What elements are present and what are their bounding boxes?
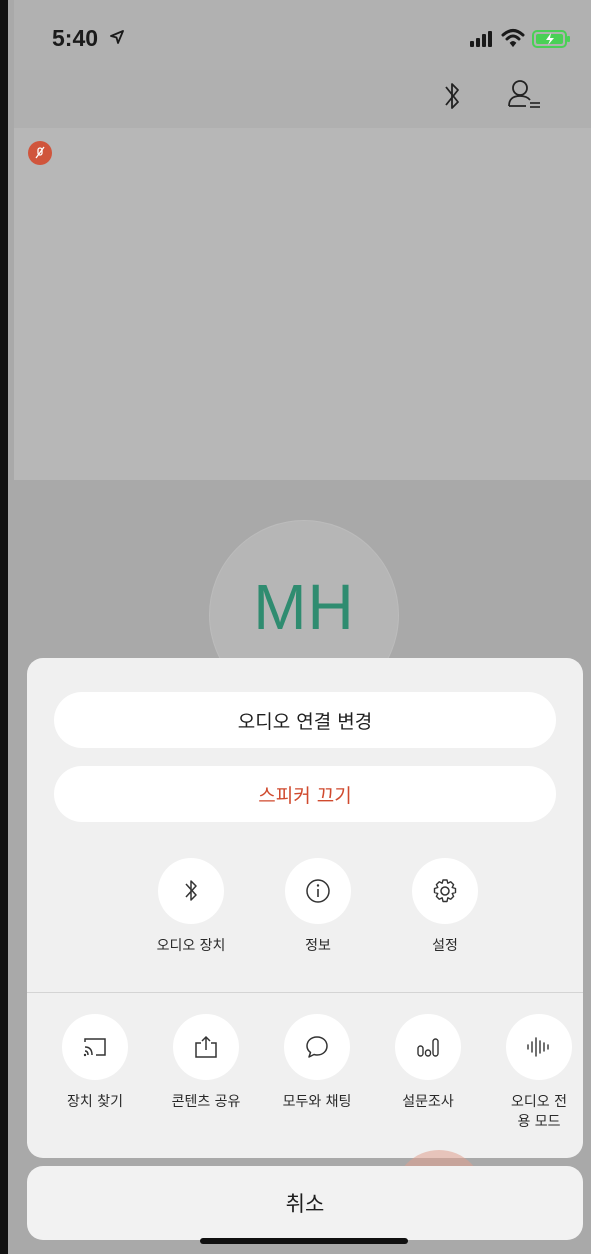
battery-charging-icon: [532, 30, 572, 52]
action-sheet: 오디오 연결 변경 스피커 끄기 오디오 장치 정보 설정 장치 찾기 콘텐츠 …: [27, 658, 583, 1158]
audio-device-label: 오디오 장치: [156, 938, 226, 954]
gear-icon[interactable]: [412, 858, 478, 924]
poll-action[interactable]: 설문조사: [373, 1014, 483, 1112]
cast-icon[interactable]: [62, 1014, 128, 1080]
mic-muted-icon: [28, 141, 52, 165]
cellular-signal-icon: [470, 31, 494, 51]
share-content-label: 콘텐츠 공유: [171, 1094, 241, 1110]
info-label: 정보: [305, 938, 331, 954]
chat-icon[interactable]: [284, 1014, 350, 1080]
video-area: [14, 128, 591, 480]
header-bar: [14, 70, 591, 128]
poll-icon[interactable]: [395, 1014, 461, 1080]
chat-everyone-action[interactable]: 모두와 채팅: [262, 1014, 372, 1112]
status-time: 5:40: [52, 25, 99, 51]
audio-only-mode-label: 오디오 전 용 모드: [511, 1094, 567, 1130]
avatar-initials: MH: [253, 571, 355, 643]
audio-device-action[interactable]: 오디오 장치: [136, 858, 246, 956]
top-actions: 오디오 장치 정보 설정: [27, 854, 583, 990]
info-icon[interactable]: [285, 858, 351, 924]
settings-label: 설정: [432, 938, 458, 954]
find-device-action[interactable]: 장치 찾기: [40, 1014, 150, 1112]
cancel-button[interactable]: 취소: [27, 1166, 583, 1240]
share-content-action[interactable]: 콘텐츠 공유: [151, 1014, 261, 1112]
audio-wave-icon[interactable]: [506, 1014, 572, 1080]
audio-only-mode-action[interactable]: 오디오 전 용 모드: [484, 1014, 583, 1132]
find-device-label: 장치 찾기: [67, 1094, 123, 1110]
poll-label: 설문조사: [402, 1094, 454, 1110]
chat-everyone-label: 모두와 채팅: [282, 1094, 352, 1110]
participants-icon[interactable]: [506, 76, 542, 116]
screen: 5:40 MH 오디오 연결 변경 스피커 끄기 오디오 장치 정보 설정 장치…: [14, 0, 591, 1254]
home-indicator: [200, 1238, 408, 1244]
device-edge: [0, 0, 8, 1254]
settings-action[interactable]: 설정: [390, 858, 500, 956]
speaker-off-button[interactable]: 스피커 끄기: [54, 766, 556, 822]
bluetooth-icon[interactable]: [158, 858, 224, 924]
change-audio-connection-button[interactable]: 오디오 연결 변경: [54, 692, 556, 748]
info-action[interactable]: 정보: [263, 858, 373, 956]
location-arrow-icon: [110, 29, 124, 48]
wifi-icon: [501, 28, 525, 52]
divider: [27, 992, 583, 993]
bluetooth-icon[interactable]: [442, 78, 462, 118]
share-icon[interactable]: [173, 1014, 239, 1080]
